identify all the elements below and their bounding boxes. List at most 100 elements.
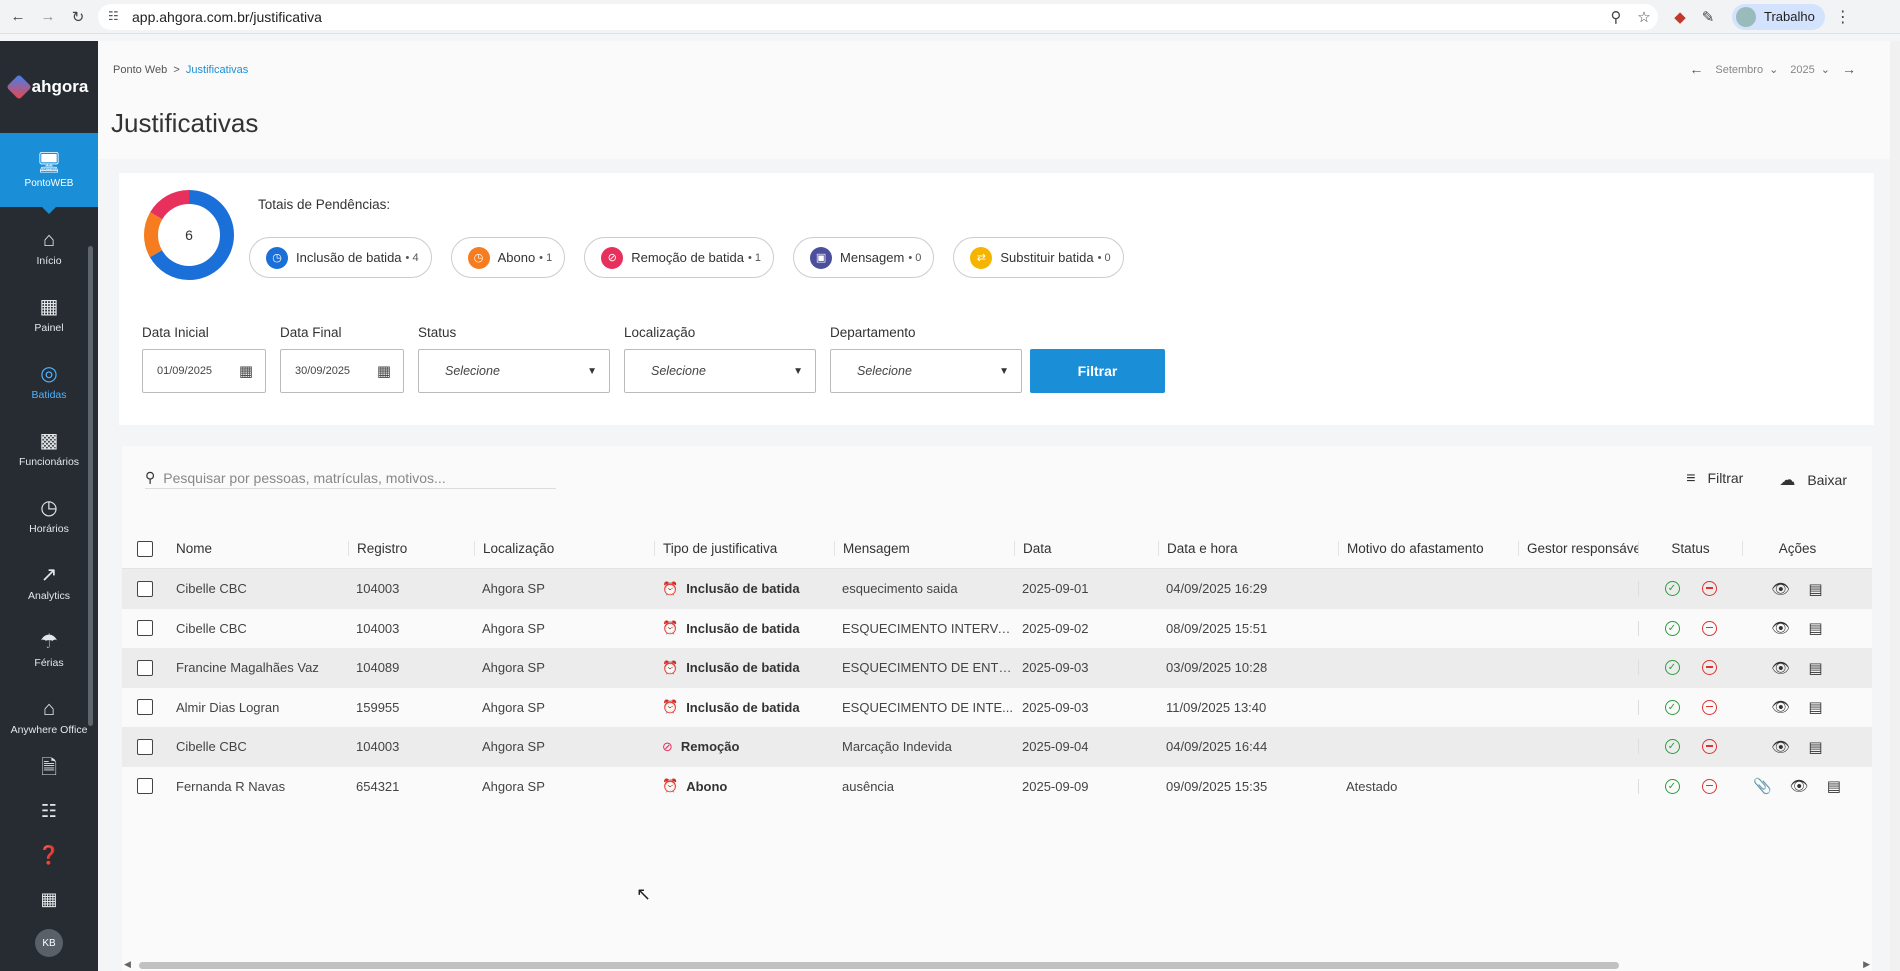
report-chart-icon[interactable]: ▤ <box>1808 698 1822 716</box>
row-checkbox[interactable] <box>137 699 153 716</box>
approve-icon[interactable]: ✓ <box>1664 581 1680 597</box>
column-header-data[interactable]: Data <box>1014 541 1158 556</box>
sidebar-scrollbar[interactable] <box>88 246 93 726</box>
table-row[interactable]: Fernanda R Navas 654321 Ahgora SP ⏰ Abono aus… <box>122 767 1872 807</box>
browser-menu-icon[interactable]: ⋮ <box>1835 7 1851 27</box>
report-chart-icon[interactable]: ▤ <box>1827 777 1841 795</box>
calendar-icon[interactable]: ▦ <box>377 362 391 380</box>
sidebar-item-document[interactable]: 🗎 <box>0 750 98 790</box>
approve-icon[interactable]: ✓ <box>1664 620 1680 636</box>
forward-icon[interactable]: → <box>36 5 60 29</box>
sidebar-item-funcionarios[interactable]: ▩ Funcionários <box>0 415 98 482</box>
extension-logo-icon[interactable]: ◆ <box>1666 8 1694 26</box>
view-eye-icon[interactable]: 👁 <box>1771 580 1790 598</box>
user-avatar[interactable]: KB <box>0 921 98 965</box>
approve-icon[interactable]: ✓ <box>1664 778 1680 794</box>
sidebar-item-anywhere-office[interactable]: ⌂ Anywhere Office <box>0 683 98 750</box>
view-eye-icon[interactable]: 👁 <box>1771 619 1790 637</box>
scrollbar-thumb[interactable] <box>139 962 1619 969</box>
approve-icon[interactable]: ✓ <box>1664 699 1680 715</box>
column-header-motivo[interactable]: Motivo do afastamento <box>1338 541 1518 556</box>
pill-remocao-de-batida[interactable]: ⊘ Remoção de batida • 1 <box>584 237 775 278</box>
table-row[interactable]: Francine Magalhães Vaz 104089 Ahgora SP ⏰ In… <box>122 648 1872 688</box>
column-header-tipo[interactable]: Tipo de justificativa <box>654 541 834 556</box>
report-chart-icon[interactable]: ▤ <box>1808 619 1822 637</box>
departamento-select[interactable]: Selecione ▼ <box>830 349 1022 393</box>
bookmark-star-icon[interactable]: ☆ <box>1630 8 1658 26</box>
select-all-checkbox[interactable] <box>137 540 153 557</box>
breadcrumb-justificativas[interactable]: Justificativas <box>186 64 248 76</box>
sidebar-item-painel[interactable]: ▦ Painel <box>0 281 98 348</box>
url-text[interactable]: app.ahgora.com.br/justificativa <box>132 9 1602 25</box>
approve-icon[interactable]: ✓ <box>1664 660 1680 676</box>
page-vertical-scrollbar[interactable] <box>1890 41 1900 971</box>
localizacao-select[interactable]: Selecione ▼ <box>624 349 816 393</box>
download-button[interactable]: ☁ Baixar <box>1779 470 1847 490</box>
pill-abono[interactable]: ◷ Abono • 1 <box>450 237 566 278</box>
apps-grid-icon[interactable]: ☷ <box>0 789 98 833</box>
view-eye-icon[interactable]: 👁 <box>1771 659 1790 677</box>
attachment-icon[interactable]: 📎 <box>1753 777 1772 795</box>
data-final-field[interactable]: 30/09/2025 ▦ <box>280 349 404 393</box>
ahgora-logo[interactable]: ahgora <box>0 41 98 133</box>
company-icon[interactable]: ▦ <box>0 877 98 921</box>
sidebar-item-analytics[interactable]: ↗ Analytics <box>0 549 98 616</box>
row-checkbox[interactable] <box>137 620 153 637</box>
view-eye-icon[interactable]: 👁 <box>1771 698 1790 716</box>
report-chart-icon[interactable]: ▤ <box>1808 659 1822 677</box>
approve-icon[interactable]: ✓ <box>1664 739 1680 755</box>
view-eye-icon[interactable]: 👁 <box>1771 738 1790 756</box>
reject-icon[interactable] <box>1701 739 1717 755</box>
next-month-icon[interactable]: → <box>1842 61 1856 77</box>
prev-month-icon[interactable]: ← <box>1689 61 1703 77</box>
pill-substituir-batida[interactable]: ⇄ Substituir batida • 0 <box>953 237 1124 278</box>
table-row[interactable]: Cibelle CBC 104003 Ahgora SP ⊘ Remoção Marcaç… <box>122 727 1872 767</box>
reject-icon[interactable] <box>1701 778 1717 794</box>
row-checkbox[interactable] <box>137 659 153 676</box>
report-chart-icon[interactable]: ▤ <box>1808 580 1822 598</box>
search-input[interactable]: ⚲ Pesquisar por pessoas, matrículas, mot… <box>145 467 556 489</box>
row-checkbox[interactable] <box>137 778 153 795</box>
extensions-icon[interactable]: ✎ <box>1694 8 1722 26</box>
sidebar-item-inicio[interactable]: ⌂ Início <box>0 214 98 281</box>
column-header-localizacao[interactable]: Localização <box>474 541 654 556</box>
profile-button[interactable]: Trabalho <box>1732 3 1825 30</box>
status-select[interactable]: Selecione ▼ <box>418 349 610 393</box>
table-row[interactable]: Cibelle CBC 104003 Ahgora SP ⏰ Inclusão de b… <box>122 609 1872 649</box>
month-select[interactable]: Setembro ⌄ <box>1715 63 1778 76</box>
help-icon[interactable]: ❓ <box>0 833 98 877</box>
view-eye-icon[interactable]: 👁 <box>1790 777 1809 795</box>
table-row[interactable]: Almir Dias Logran 159955 Ahgora SP ⏰ Inclusã… <box>122 688 1872 728</box>
back-icon[interactable]: ← <box>6 5 30 29</box>
reload-icon[interactable]: ↻ <box>66 5 90 29</box>
pill-inclusao-de-batida[interactable]: ◷ Inclusão de batida • 4 <box>249 237 432 278</box>
row-checkbox[interactable] <box>137 580 153 597</box>
reject-icon[interactable] <box>1701 699 1717 715</box>
table-row[interactable]: Cibelle CBC 104003 Ahgora SP ⏰ Inclusão de b… <box>122 569 1872 609</box>
pill-mensagem[interactable]: ▣ Mensagem • 0 <box>793 237 935 278</box>
sidebar-item-batidas[interactable]: ◎ Batidas <box>0 348 98 415</box>
reject-icon[interactable] <box>1701 620 1717 636</box>
column-header-nome[interactable]: Nome <box>168 541 348 556</box>
reject-icon[interactable] <box>1701 660 1717 676</box>
report-chart-icon[interactable]: ▤ <box>1808 738 1822 756</box>
calendar-icon[interactable]: ▦ <box>239 362 253 380</box>
site-info-icon[interactable]: ☷ <box>108 9 124 25</box>
breadcrumb-ponto-web[interactable]: Ponto Web <box>113 64 167 76</box>
scroll-right-icon[interactable]: ▶ <box>1863 959 1870 970</box>
horizontal-scrollbar[interactable]: ◀ ▶ <box>122 959 1872 971</box>
sidebar-item-ferias[interactable]: ☂ Férias <box>0 616 98 683</box>
zoom-icon[interactable]: ⚲ <box>1602 8 1630 26</box>
column-header-data-hora[interactable]: Data e hora <box>1158 541 1338 556</box>
scroll-left-icon[interactable]: ◀ <box>124 959 131 970</box>
table-filter-button[interactable]: ≡ Filtrar <box>1686 470 1743 490</box>
column-header-gestor[interactable]: Gestor responsáve <box>1518 541 1638 556</box>
data-inicial-field[interactable]: 01/09/2025 ▦ <box>142 349 266 393</box>
year-select[interactable]: 2025 ⌄ <box>1790 63 1830 76</box>
sidebar-item-horarios[interactable]: ◷ Horários <box>0 482 98 549</box>
address-bar[interactable]: ☷ app.ahgora.com.br/justificativa ⚲ ☆ <box>98 3 1658 30</box>
row-checkbox[interactable] <box>137 738 153 755</box>
reject-icon[interactable] <box>1701 581 1717 597</box>
filtrar-button[interactable]: Filtrar <box>1030 349 1165 393</box>
sidebar-item-pontoweb[interactable]: 🖥 PontoWEB <box>0 133 98 214</box>
